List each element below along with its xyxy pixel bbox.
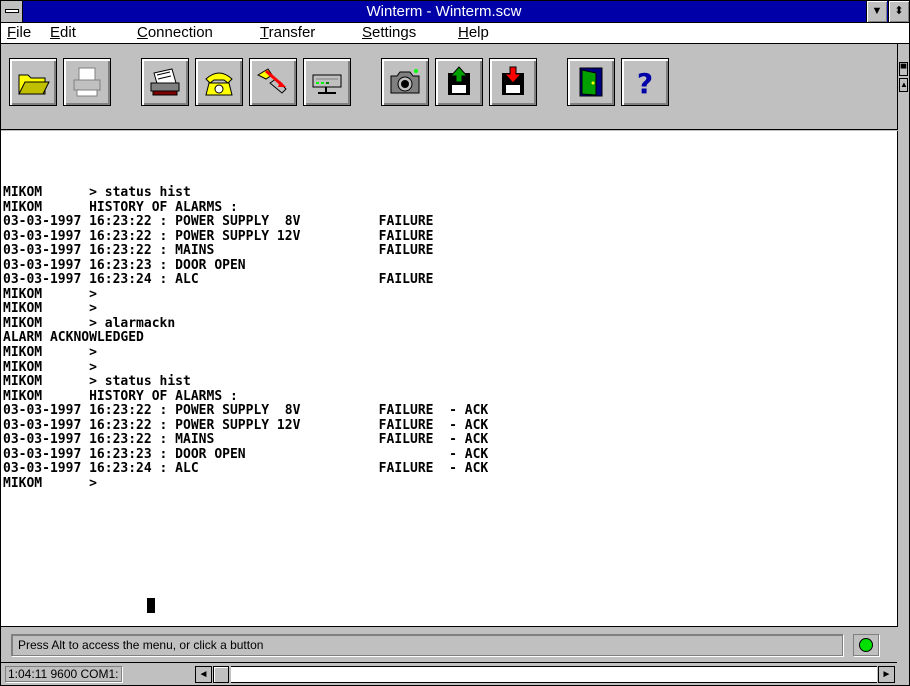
terminal-line: 03-03-1997 16:23:22 : MAINS FAILURE [3,243,434,259]
help-glyph: ? [637,67,653,99]
terminal-line: 03-03-1997 16:23:22 : POWER SUPPLY 12V F… [3,417,489,433]
exit-door-icon [579,67,603,97]
menu-edit-mnemonic: E [50,24,61,41]
terminal-line: ALARM ACKNOWLEDGED [3,330,144,346]
help-button[interactable]: ? [621,58,669,106]
terminal-line: 03-03-1997 16:23:22 : POWER SUPPLY 8V FA… [3,403,489,419]
help-icon: ? [637,67,653,99]
capture-button[interactable] [381,58,429,106]
terminal-line: 03-03-1997 16:23:22 : POWER SUPPLY 12V F… [3,228,434,244]
terminal-line: 03-03-1997 16:23:24 : ALC FAILURE - ACK [3,461,489,477]
system-menu-icon [5,9,19,13]
horizontal-scrollbar[interactable]: ◄ ► [195,666,895,683]
title-bar[interactable]: Winterm - Winterm.scw ▼ ⬍ [1,1,909,23]
download-icon [502,66,524,95]
terminal-line: MIKOM > [3,475,97,491]
terminal-cursor [147,598,155,613]
scroll-thumb[interactable] [213,666,229,683]
connection-indicator [853,634,879,656]
phone-dial-icon [205,72,233,96]
menu-settings-label: ettings [372,24,417,41]
exit-button[interactable] [567,58,615,106]
status-bar: Press Alt to access the menu, or click a… [1,627,897,663]
connection-info: 1:04:11 9600 COM1: [5,666,122,682]
terminal-line: MIKOM > alarmackn [3,315,176,331]
menu-connection-mnemonic: C [137,24,148,41]
upload-icon [448,66,470,95]
terminal-line: MIKOM > [3,301,97,317]
terminal-line: MIKOM HISTORY OF ALARMS : [3,199,238,215]
menu-file-label: ile [16,24,32,41]
dial-button[interactable] [195,58,243,106]
hangup-button[interactable] [249,58,297,106]
terminal-line: 03-03-1997 16:23:24 : ALC FAILURE [3,272,434,288]
camera-icon [390,69,420,94]
terminal-line: MIKOM > [3,286,97,302]
terminal-line: MIKOM > status hist [3,374,191,390]
info-bar: 1:04:11 9600 COM1: ◄ ► [1,663,909,685]
system-menu-button[interactable] [1,1,23,22]
menu-file[interactable]: File [7,23,31,43]
menu-connection[interactable]: Connection [137,23,213,43]
print-icon [73,67,101,97]
printer-setup-button[interactable] [141,58,189,106]
window-title: Winterm - Winterm.scw [366,3,522,20]
menu-file-mnemonic: F [7,24,17,41]
terminal-line: 03-03-1997 16:23:23 : DOOR OPEN [3,257,246,273]
menu-transfer-label: ransfer [268,24,316,41]
terminal-line: MIKOM HISTORY OF ALARMS : [3,388,238,404]
terminal-line: 03-03-1997 16:23:22 : POWER SUPPLY 8V FA… [3,214,434,230]
print-button[interactable] [63,58,111,106]
maximize-button[interactable]: ⬍ [888,1,909,22]
modem-button[interactable] [303,58,351,106]
menu-settings-mnemonic: S [362,24,373,41]
open-folder-icon [18,74,50,95]
menu-transfer-mnemonic: T [260,24,269,41]
scroll-left-icon[interactable]: ◄ [195,666,212,683]
menu-edit-label: dit [60,24,76,41]
menu-connection-label: onnection [147,24,213,41]
strip-arrow-up-icon[interactable]: ▲ [899,78,908,92]
scroll-track[interactable] [231,666,877,683]
terminal-line: MIKOM > status hist [3,185,191,200]
menu-help[interactable]: Help [458,23,489,43]
open-button[interactable] [9,58,57,106]
toolbar: ? [1,44,897,130]
terminal-window[interactable]: MIKOM > status hist MIKOM HISTORY OF ALAR… [1,131,897,627]
menu-help-label: elp [468,24,489,41]
terminal-line: 03-03-1997 16:23:22 : MAINS FAILURE - AC… [3,432,489,448]
menu-bar: File Edit Connection Transfer Settings H… [1,23,909,44]
printer-setup-icon [150,68,180,96]
status-message: Press Alt to access the menu, or click a… [11,634,843,656]
toolbar-scroll-strip[interactable]: ▀ ▲ [897,44,909,130]
modem-icon [312,74,342,94]
terminal-output: MIKOM > status hist MIKOM HISTORY OF ALAR… [3,185,489,491]
menu-transfer[interactable]: Transfer [260,23,315,43]
app-window: Winterm - Winterm.scw ▼ ⬍ File Edit Conn… [0,0,910,686]
upload-button[interactable] [435,58,483,106]
minimize-button[interactable]: ▼ [866,1,887,22]
terminal-scroll-strip[interactable] [897,131,909,627]
terminal-line: MIKOM > [3,345,97,361]
terminal-line: 03-03-1997 16:23:23 : DOOR OPEN - ACK [3,446,489,462]
terminal-line: MIKOM > [3,359,97,375]
scroll-right-icon[interactable]: ► [878,666,895,683]
menu-settings[interactable]: Settings [362,23,416,43]
download-button[interactable] [489,58,537,106]
hangup-icon [256,68,287,94]
menu-edit[interactable]: Edit [50,23,76,43]
strip-arrow-top-icon[interactable]: ▀ [899,62,908,76]
menu-help-mnemonic: H [458,24,469,41]
connection-led-icon [859,638,873,652]
